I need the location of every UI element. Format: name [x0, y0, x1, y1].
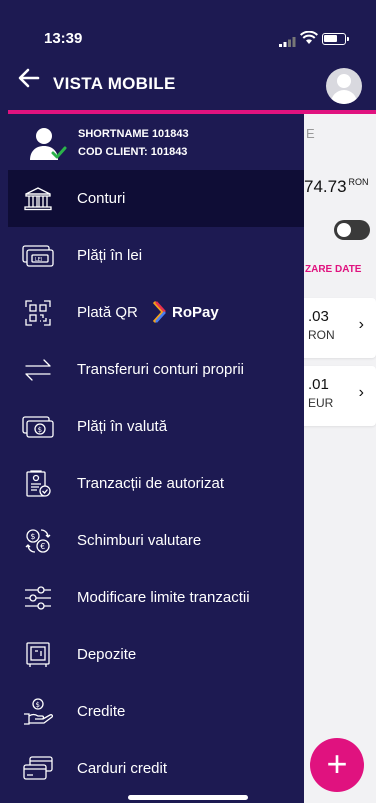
menu-item-tranzactii[interactable]: Tranzacții de autorizat [8, 455, 304, 512]
ropay-badge: RoPay [152, 301, 219, 323]
hand-coin-icon: $ [22, 697, 54, 727]
account-card-eur[interactable]: .01 EUR › [298, 366, 376, 426]
sync-data-link[interactable]: ZARE DATE [305, 264, 361, 275]
document-check-icon [22, 469, 54, 499]
svg-text:$: $ [36, 701, 40, 709]
credit-cards-icon [22, 754, 54, 784]
svg-text:LEI: LEI [35, 257, 42, 263]
menu-item-plati-lei[interactable]: LEI Plăți în lei [8, 227, 304, 284]
account-amount: .03 [308, 308, 329, 325]
hide-balance-toggle[interactable] [334, 220, 370, 240]
menu-item-plati-valuta[interactable]: $ Plăți în valută [8, 398, 304, 455]
currency-exchange-icon: $ € [22, 526, 54, 556]
status-time: 13:39 [44, 30, 83, 47]
chevron-right-icon: › [358, 384, 364, 401]
user-profile: SHORTNAME 101843 COD CLIENT: 101843 [8, 118, 304, 170]
background-section-title: E [306, 126, 315, 141]
menu-item-conturi[interactable]: Conturi [8, 170, 304, 227]
cellular-signal-icon [279, 37, 296, 47]
account-amount: .01 [308, 376, 329, 393]
navigation-drawer: VISTA MOBILE SHORTNAME 101843 COD CLIENT… [8, 0, 304, 803]
account-card-ron[interactable]: .03 RON › [298, 298, 376, 358]
dollar-banknote-icon: $ [22, 412, 54, 442]
arrow-left-icon[interactable] [18, 68, 40, 94]
menu-item-schimburi[interactable]: $ € Schimburi valutare [8, 512, 304, 569]
background-total-balance: 74.73 RON [304, 177, 369, 196]
menu-item-label: Tranzacții de autorizat [77, 475, 225, 492]
chevron-right-icon: › [358, 316, 364, 333]
menu-item-label: Conturi [77, 190, 126, 207]
svg-text:$: $ [38, 426, 42, 434]
profile-avatar-icon[interactable] [326, 68, 362, 104]
menu-item-transferuri[interactable]: Transferuri conturi proprii [8, 341, 304, 398]
svg-text:€: € [40, 542, 45, 551]
menu-item-plata-qr[interactable]: Plată QR RoPay [8, 284, 304, 341]
user-shortname: SHORTNAME 101843 [78, 128, 189, 140]
lei-banknote-icon: LEI [22, 241, 54, 271]
menu-item-label: Plăți în lei [77, 247, 143, 264]
bank-icon [22, 184, 54, 214]
menu-item-depozite[interactable]: Depozite [8, 626, 304, 683]
svg-text:$: $ [30, 532, 35, 541]
battery-icon [322, 33, 349, 45]
menu-item-limite[interactable]: Modificare limite tranzactii [8, 569, 304, 626]
status-bar: 13:39 [0, 0, 376, 50]
drawer-header: VISTA MOBILE [8, 60, 304, 110]
drawer-accent-line [8, 110, 304, 114]
menu-item-label: Modificare limite tranzactii [77, 589, 250, 606]
menu-item-label: Credite [77, 703, 126, 720]
app-title: VISTA MOBILE [53, 74, 176, 93]
menu-item-label: Carduri credit [77, 760, 168, 777]
qr-code-icon [22, 298, 54, 328]
add-fab-button[interactable]: + [310, 738, 364, 792]
menu-item-credite[interactable]: $ Credite [8, 683, 304, 740]
menu-item-label: Plată QR [77, 304, 138, 321]
home-indicator[interactable] [128, 795, 248, 800]
safe-icon [22, 640, 54, 670]
user-verified-icon [28, 126, 68, 167]
menu-item-label: Transferuri conturi proprii [77, 361, 244, 378]
sliders-icon [22, 583, 54, 613]
menu-item-label: Plăți în valută [77, 418, 168, 435]
wifi-icon [300, 31, 318, 44]
user-client-code: COD CLIENT: 101843 [78, 146, 188, 158]
drawer-menu: Conturi LEI Plăți în lei Plată QR RoPay … [8, 170, 304, 797]
menu-item-carduri[interactable]: Carduri credit [8, 740, 304, 797]
ropay-label: RoPay [172, 303, 219, 321]
account-currency: RON [308, 328, 335, 342]
menu-item-label: Schimburi valutare [77, 532, 202, 549]
transfer-arrows-icon [22, 355, 54, 385]
menu-item-label: Depozite [77, 646, 137, 663]
account-currency: EUR [308, 396, 334, 410]
ropay-logo-icon [152, 301, 166, 323]
